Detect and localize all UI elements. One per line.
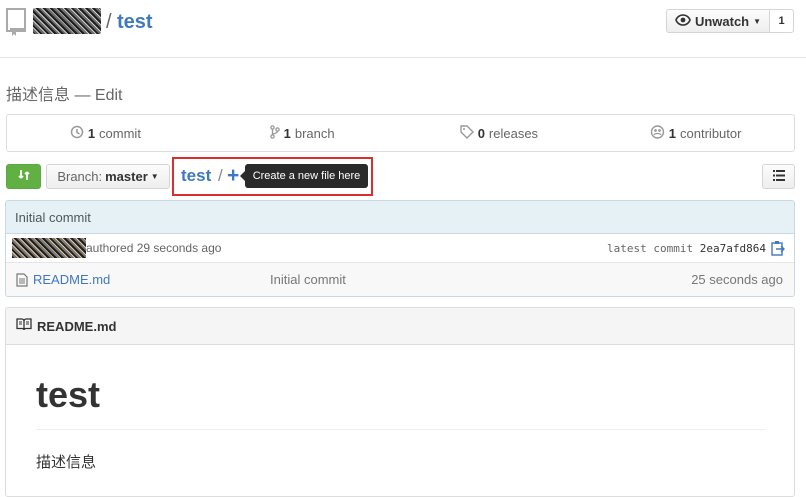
contributors-link[interactable]: 1 contributor <box>597 115 794 151</box>
author-name-redacted[interactable] <box>12 238 86 258</box>
repo-icon <box>6 8 28 36</box>
latest-commit: latest commit 2ea7afd864 <box>607 242 766 255</box>
chevron-down-icon: ▼ <box>150 172 159 181</box>
commits-link[interactable]: 1 commit <box>7 115 204 151</box>
commits-label: commit <box>99 125 141 141</box>
file-navigation-table: Initial commit authored 29 seconds ago l… <box>5 200 795 297</box>
header-divider <box>0 57 806 58</box>
commit-sha-link[interactable]: 2ea7afd864 <box>700 242 766 255</box>
latest-commit-label: latest commit <box>607 242 694 255</box>
owner-name-redacted[interactable] <box>33 8 101 34</box>
releases-label: releases <box>488 125 539 141</box>
title-separator: / <box>106 11 112 33</box>
commit-meta-row: authored 29 seconds ago latest commit 2e… <box>6 234 794 263</box>
repo-description: 描述信息 — Edit <box>6 81 123 105</box>
authored-time: authored 29 seconds ago <box>86 241 222 255</box>
book-icon <box>16 318 32 334</box>
branches-label: branch <box>294 125 335 141</box>
organization-icon <box>650 124 665 142</box>
file-commit-message[interactable]: Initial commit <box>270 272 346 287</box>
edit-description-link[interactable]: Edit <box>95 87 123 104</box>
branch-select-label: Branch: <box>57 169 103 184</box>
readme-paragraph: 描述信息 <box>36 454 97 471</box>
repo-name-link[interactable]: test <box>117 11 153 34</box>
readme-panel: README.md test 描述信息 <box>5 307 795 497</box>
breadcrumb-separator: / <box>218 166 223 185</box>
breadcrumb-repo-link[interactable]: test <box>181 166 211 186</box>
readme-filename: README.md <box>37 318 117 334</box>
branch-icon <box>269 124 280 142</box>
clipboard-icon[interactable] <box>771 240 785 256</box>
commit-message[interactable]: Initial commit <box>6 201 794 234</box>
list-icon <box>772 169 785 184</box>
contributors-count: 1 <box>668 125 677 141</box>
description-dash: — <box>74 87 91 104</box>
file-text-icon <box>16 273 28 287</box>
history-icon <box>70 125 84 142</box>
compare-icon <box>17 168 31 185</box>
watchers-count[interactable]: 1 <box>770 9 794 33</box>
file-age: 25 seconds ago <box>691 272 783 287</box>
branches-count: 1 <box>283 125 291 141</box>
numbers-summary: 1 commit 1 branch 0 releases 1 contribut… <box>6 114 795 152</box>
tag-icon <box>459 124 474 142</box>
unwatch-label: Unwatch <box>694 13 750 29</box>
commits-count: 1 <box>87 125 96 141</box>
branches-link[interactable]: 1 branch <box>204 115 401 151</box>
readme-header: README.md <box>6 308 794 345</box>
releases-link[interactable]: 0 releases <box>401 115 598 151</box>
new-file-button[interactable]: + <box>227 164 239 188</box>
branch-select-button[interactable]: Branch: master ▼ <box>46 164 170 189</box>
new-file-tooltip: Create a new file here <box>240 164 368 188</box>
file-name-link[interactable]: README.md <box>33 272 110 287</box>
chevron-down-icon: ▼ <box>753 16 762 26</box>
readme-divider <box>36 429 765 430</box>
releases-count: 0 <box>477 125 485 141</box>
branch-select-value: master <box>105 169 148 184</box>
description-text: 描述信息 <box>6 87 71 104</box>
eye-icon <box>675 13 691 29</box>
compare-button[interactable] <box>6 164 41 189</box>
list-view-button[interactable] <box>762 164 795 189</box>
readme-heading: test <box>36 374 101 415</box>
table-row: README.md Initial commit 25 seconds ago <box>6 263 794 296</box>
contributors-label: contributor <box>680 125 742 141</box>
unwatch-button[interactable]: Unwatch ▼ <box>666 9 770 33</box>
